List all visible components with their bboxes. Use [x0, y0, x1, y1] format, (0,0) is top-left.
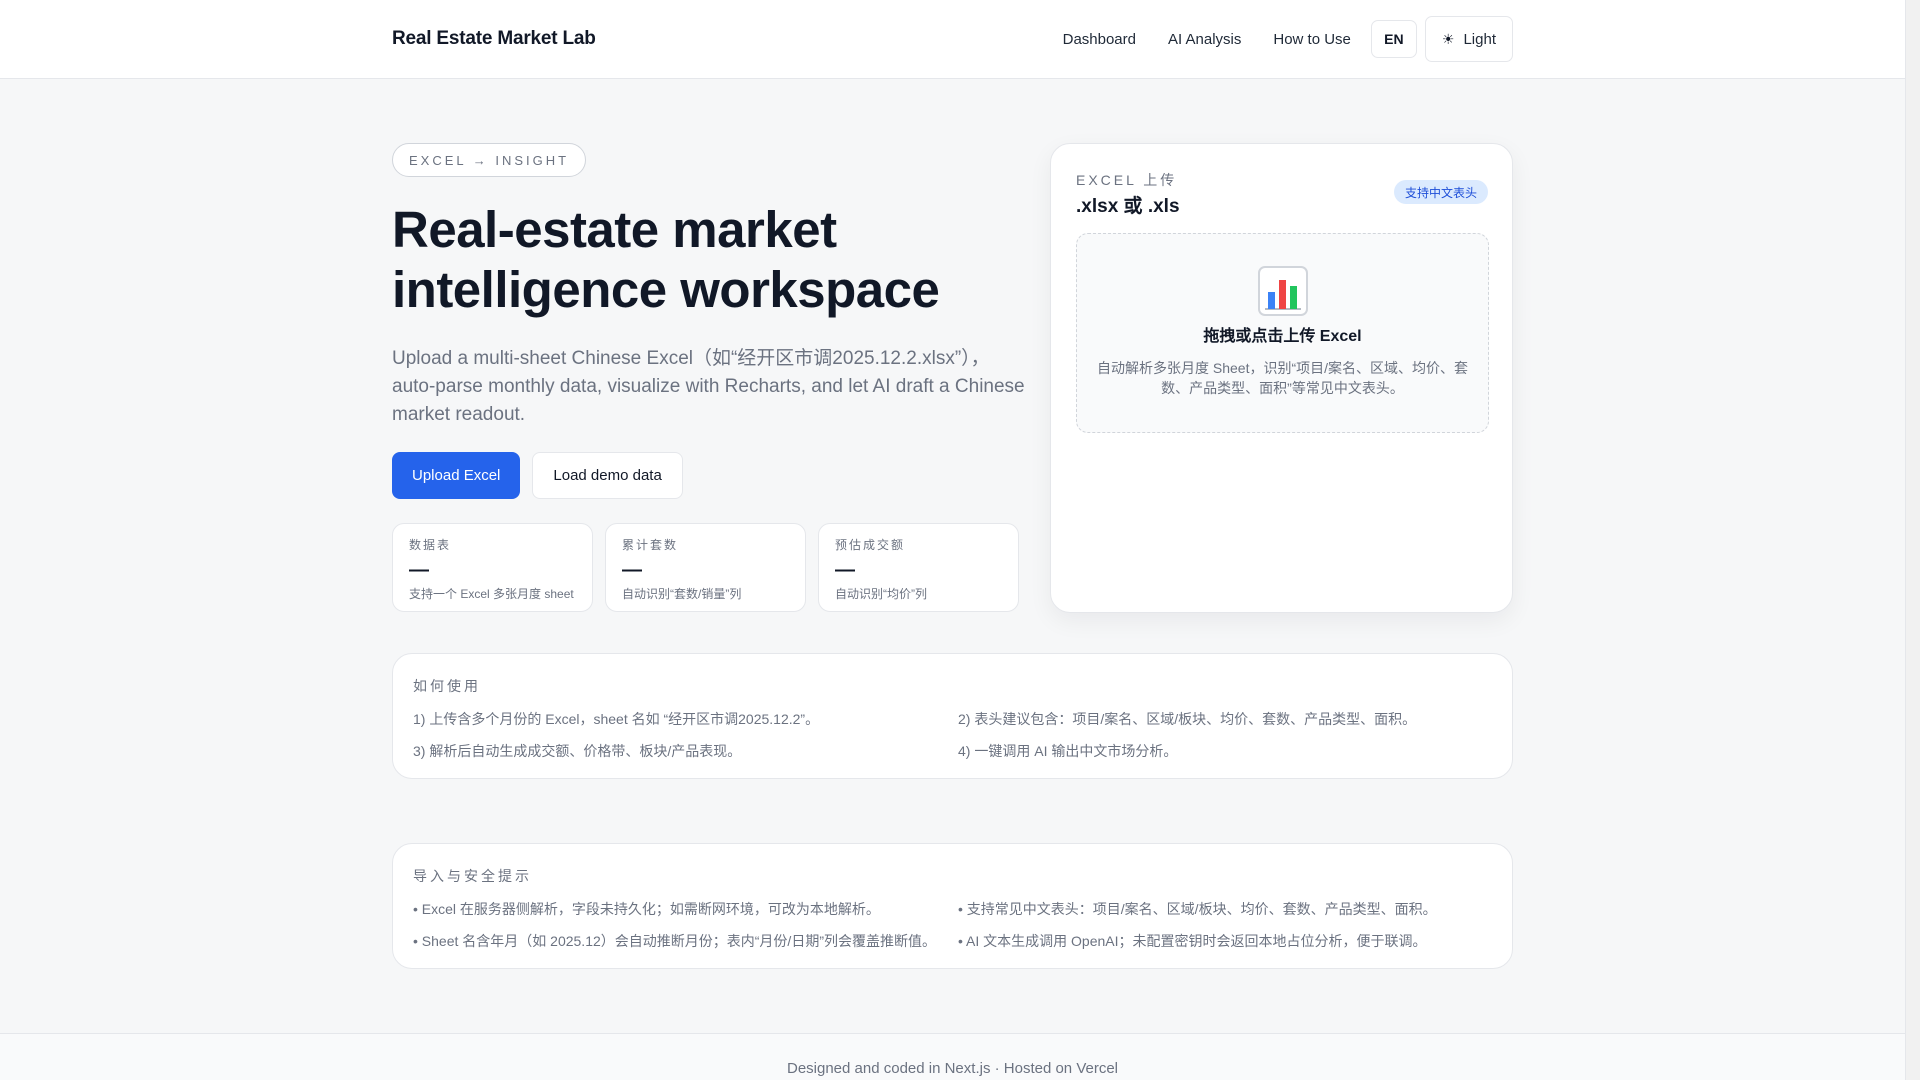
stat-label: 累计套数	[622, 538, 679, 552]
stat-label: 数据表	[409, 538, 452, 552]
list-item: 2) 表头建议包含：项目/案名、区域/板块、均价、套数、产品类型、面积。	[958, 711, 1417, 727]
top-header: Real Estate Market Lab Dashboard AI Anal…	[0, 0, 1905, 79]
list-item: • AI 文本生成调用 OpenAI；未配置密钥时会返回本地占位分析，便于联调。	[958, 933, 1427, 949]
bar-chart-icon	[1257, 266, 1308, 316]
excel-upload-card: EXCEL 上传 .xlsx 或 .xls 支持中文表头 拖拽或点击上传 Exc…	[1050, 143, 1513, 613]
how-to-use-card: 如何使用 1) 上传含多个月份的 Excel，sheet 名如 “经开区市调20…	[392, 653, 1513, 779]
stat-hint: 自动识别“套数/销量”列	[622, 587, 742, 601]
upload-excel-button[interactable]: Upload Excel	[392, 452, 521, 499]
main-nav: Dashboard AI Analysis How to Use EN ☀ Li…	[1047, 16, 1513, 62]
nav-dashboard[interactable]: Dashboard	[1047, 16, 1152, 62]
stat-label: 预估成交额	[835, 538, 906, 552]
upload-card-label: EXCEL 上传	[1076, 172, 1178, 188]
excel-dropzone[interactable]: 拖拽或点击上传 Excel 自动解析多张月度 Sheet，识别“项目/案名、区域…	[1076, 233, 1489, 433]
footer-text: Designed and coded in Next.js · Hosted o…	[786, 1060, 1119, 1077]
chinese-headers-badge: 支持中文表头	[1393, 180, 1488, 204]
how-to-use-list: 1) 上传含多个月份的 Excel，sheet 名如 “经开区市调2025.12…	[413, 708, 1492, 762]
list-item: • Sheet 名含年月（如 2025.12）会自动推断月份；表内“月份/日期”…	[413, 933, 936, 949]
hero-title: Real-estate market intelligence workspac…	[392, 201, 940, 318]
list-item: • Excel 在服务器侧解析，字段未持久化；如需断网环境，可改为本地解析。	[413, 901, 880, 917]
hero-tag-pill: EXCEL → INSIGHT	[392, 143, 587, 177]
import-safety-card: 导入与安全提示 • Excel 在服务器侧解析，字段未持久化；如需断网环境，可改…	[392, 843, 1513, 969]
stat-hint: 支持一个 Excel 多张月度 sheet	[409, 587, 574, 601]
upload-formats: .xlsx 或 .xls	[1076, 196, 1180, 217]
dropzone-description: 自动解析多张月度 Sheet，识别“项目/案名、区域、均价、套数、产品类型、面积…	[1096, 360, 1469, 396]
dropzone-title: 拖拽或点击上传 Excel	[1203, 328, 1362, 345]
stat-value: —	[409, 559, 429, 581]
hero-actions: Upload Excel Load demo data	[392, 452, 683, 499]
list-item: 3) 解析后自动生成成交额、价格带、板块/产品表现。	[413, 743, 742, 759]
import-safety-list: • Excel 在服务器侧解析，字段未持久化；如需断网环境，可改为本地解析。 •…	[413, 898, 1492, 952]
brand-logo-text[interactable]: Real Estate Market Lab	[392, 28, 596, 50]
stat-card-sheets: 数据表 — 支持一个 Excel 多张月度 sheet	[392, 523, 593, 612]
how-to-use-title: 如何使用	[413, 678, 481, 694]
stat-card-units: 累计套数 — 自动识别“套数/销量”列	[605, 523, 806, 612]
theme-toggle-button[interactable]: ☀ Light	[1424, 16, 1513, 62]
stats-row: 数据表 — 支持一个 Excel 多张月度 sheet 累计套数 — 自动识别“…	[392, 523, 1019, 612]
import-safety-title: 导入与安全提示	[413, 868, 532, 884]
nav-how-to-use[interactable]: How to Use	[1257, 16, 1367, 62]
nav-ai-analysis[interactable]: AI Analysis	[1152, 16, 1257, 62]
stat-value: —	[835, 559, 855, 581]
theme-toggle-label: Light	[1463, 30, 1496, 48]
list-item: • 支持常见中文表头：项目/案名、区域/板块、均价、套数、产品类型、面积。	[958, 901, 1437, 917]
stat-value: —	[622, 559, 642, 581]
stat-card-turnover: 预估成交额 — 自动识别“均价”列	[818, 523, 1019, 612]
page-footer: Designed and coded in Next.js · Hosted o…	[0, 1033, 1905, 1080]
list-item: 4) 一键调用 AI 输出中文市场分析。	[958, 743, 1178, 759]
language-toggle-button[interactable]: EN	[1370, 20, 1417, 58]
stat-hint: 自动识别“均价”列	[835, 587, 927, 601]
load-demo-data-button[interactable]: Load demo data	[532, 452, 683, 499]
list-item: 1) 上传含多个月份的 Excel，sheet 名如 “经开区市调2025.12…	[413, 711, 820, 727]
page-scrollbar[interactable]	[1905, 0, 1920, 1080]
sun-icon: ☀	[1441, 30, 1455, 47]
hero-description: Upload a multi-sheet Chinese Excel（如“经开区…	[392, 348, 1025, 425]
